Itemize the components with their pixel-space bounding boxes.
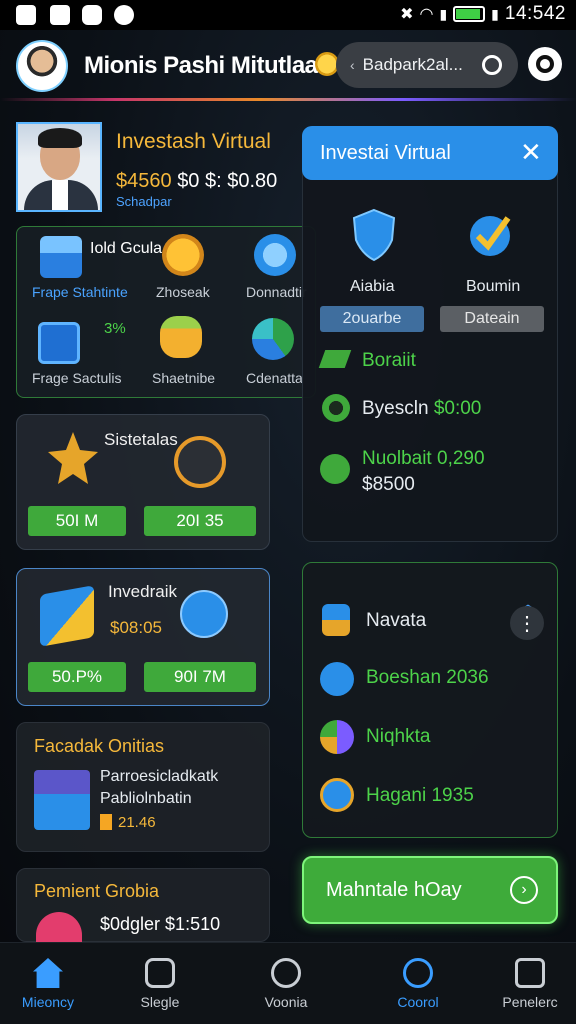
battery-icon bbox=[453, 6, 486, 22]
mute-icon: ✖ bbox=[400, 6, 414, 23]
grid-label-6[interactable]: Shaetnibe bbox=[152, 370, 215, 386]
grid-label-4[interactable]: Frage Sactulis bbox=[32, 370, 121, 386]
invest-btn-1[interactable]: 50.P% bbox=[28, 662, 126, 692]
chat-icon bbox=[114, 5, 134, 25]
nav-item-1[interactable]: Boeshan 2036 bbox=[366, 667, 489, 689]
tab-single[interactable]: Slegle bbox=[110, 950, 210, 1020]
gear-icon bbox=[536, 55, 554, 73]
home-icon bbox=[33, 958, 63, 988]
pie-chart-icon[interactable] bbox=[252, 318, 294, 360]
panel-right-chip[interactable]: Dateain bbox=[440, 306, 544, 332]
tab-vonia[interactable]: Voonia bbox=[236, 950, 336, 1020]
tag-icon bbox=[100, 814, 112, 830]
panel-row-1: Byescln $0:00 bbox=[362, 398, 482, 419]
grid-label-2[interactable]: Zhoseak bbox=[156, 284, 210, 300]
grid-label-0[interactable]: Frape Stahtinte bbox=[32, 284, 128, 300]
music-icon bbox=[50, 5, 70, 25]
balance-rest: $0 $: $0.80 bbox=[177, 170, 278, 192]
panel-row-2: Nuolbait 0,290 bbox=[362, 448, 485, 469]
tab-label: Slegle bbox=[140, 994, 180, 1010]
nav-item-2[interactable]: Niqhkta bbox=[366, 726, 430, 748]
gear-money-icon bbox=[320, 454, 350, 484]
news-card-title: Facadak Onitias bbox=[34, 736, 165, 756]
invest-card-value: $08:05 bbox=[110, 618, 162, 637]
monitor-icon[interactable] bbox=[38, 322, 80, 364]
close-icon[interactable]: ✕ bbox=[520, 138, 542, 166]
grid-label-3[interactable]: Donnadtir bbox=[246, 284, 307, 300]
coin-icon[interactable] bbox=[162, 234, 204, 276]
more-icon[interactable]: ⋮ bbox=[510, 606, 544, 640]
grid-label-1: Iold Gcula bbox=[90, 240, 163, 257]
cta-label: Mahntale hOay bbox=[326, 879, 462, 901]
trophy-icon bbox=[48, 432, 98, 484]
settings-button[interactable] bbox=[528, 47, 562, 81]
sd-icon: ▮ bbox=[491, 5, 499, 22]
shield-icon bbox=[352, 208, 396, 262]
chevron-left-icon: ‹ bbox=[350, 57, 355, 73]
search-icon bbox=[271, 958, 301, 988]
tab-coorol[interactable]: Coorol bbox=[368, 950, 468, 1020]
coins-stack-icon[interactable] bbox=[160, 316, 202, 358]
invest-btn-2[interactable]: 90I 7M bbox=[144, 662, 256, 692]
timer-icon bbox=[174, 436, 226, 488]
bank-icon[interactable] bbox=[254, 234, 296, 276]
chart-up-icon bbox=[40, 585, 94, 647]
news-line-2: Pabliolnbatin bbox=[100, 790, 192, 807]
leaf-icon bbox=[180, 590, 228, 638]
target-icon bbox=[322, 394, 350, 422]
tab-label: Penelerc bbox=[502, 994, 558, 1010]
search-icon[interactable] bbox=[482, 55, 502, 75]
panel-row-2-sub: $8500 bbox=[362, 474, 415, 495]
profile-subtitle[interactable]: Schadpar bbox=[116, 194, 172, 209]
bar-chart-icon[interactable] bbox=[40, 236, 82, 278]
clock: 14:542 bbox=[504, 3, 566, 24]
search-bar[interactable]: ‹ Badpark2al... bbox=[336, 42, 518, 88]
check-shield-icon bbox=[470, 216, 511, 256]
search-text: Badpark2al... bbox=[362, 55, 463, 74]
chevron-right-icon[interactable]: › bbox=[510, 876, 538, 904]
tab-money[interactable]: Mieoncy bbox=[0, 950, 98, 1020]
grid-label-7[interactable]: Cdenatta bbox=[246, 370, 303, 386]
tab-label: Coorol bbox=[397, 994, 439, 1010]
panel-row-0: Boraiit bbox=[362, 350, 416, 371]
document-icon bbox=[515, 958, 545, 988]
invest-card-title: Invedraik bbox=[108, 582, 177, 601]
camera-icon bbox=[145, 958, 175, 988]
puzzle-icon bbox=[320, 720, 354, 754]
navigation-icon bbox=[322, 604, 350, 636]
stats-btn-2[interactable]: 20I 35 bbox=[144, 506, 256, 536]
search-icon bbox=[403, 958, 433, 988]
nav-item-3[interactable]: Hagani 1935 bbox=[366, 785, 474, 807]
status-right: ✖ ◠ ▮ ▮ 14:542 bbox=[400, 3, 566, 25]
stats-btn-1[interactable]: 50I M bbox=[28, 506, 126, 536]
tab-penelerc[interactable]: Penelerc bbox=[480, 950, 576, 1020]
balance-gold: $4560 bbox=[116, 170, 172, 192]
compass-icon bbox=[320, 662, 354, 696]
gallery-icon bbox=[16, 5, 36, 25]
tab-label: Voonia bbox=[264, 994, 308, 1010]
panel-left-label: Aiabia bbox=[350, 278, 395, 295]
tab-label: Mieoncy bbox=[21, 994, 75, 1010]
data-icon bbox=[82, 5, 102, 25]
edit-icon bbox=[320, 778, 354, 812]
news-value: 21.46 bbox=[118, 814, 156, 831]
panel-title: Investai Virtual bbox=[320, 142, 451, 164]
profile-title: Investash Virtual bbox=[116, 130, 271, 153]
panel-left-chip[interactable]: 2ouarbe bbox=[320, 306, 424, 332]
payment-value: $0dgler $1:510 bbox=[100, 914, 221, 934]
avatar[interactable] bbox=[16, 40, 68, 92]
profile-photo[interactable] bbox=[16, 122, 102, 212]
panel-right-label: Boumin bbox=[466, 278, 521, 295]
grid-label-5: 3% bbox=[104, 320, 126, 337]
wifi-icon: ◠ bbox=[419, 6, 434, 23]
app-title: Mionis Pashi Mitutlaai bbox=[84, 52, 324, 79]
profile-balance: $4560 $0 $: $0.80 bbox=[116, 170, 277, 193]
payment-card-title: Pemient Grobia bbox=[34, 881, 160, 901]
stats-card-title: Sistetalas bbox=[104, 430, 178, 449]
signal-icon: ▮ bbox=[439, 5, 448, 22]
news-line-1: Parroesicladkatk bbox=[100, 768, 219, 785]
report-icon bbox=[34, 770, 90, 830]
header-divider bbox=[0, 98, 576, 101]
nav-item-0[interactable]: Navata bbox=[366, 610, 426, 632]
